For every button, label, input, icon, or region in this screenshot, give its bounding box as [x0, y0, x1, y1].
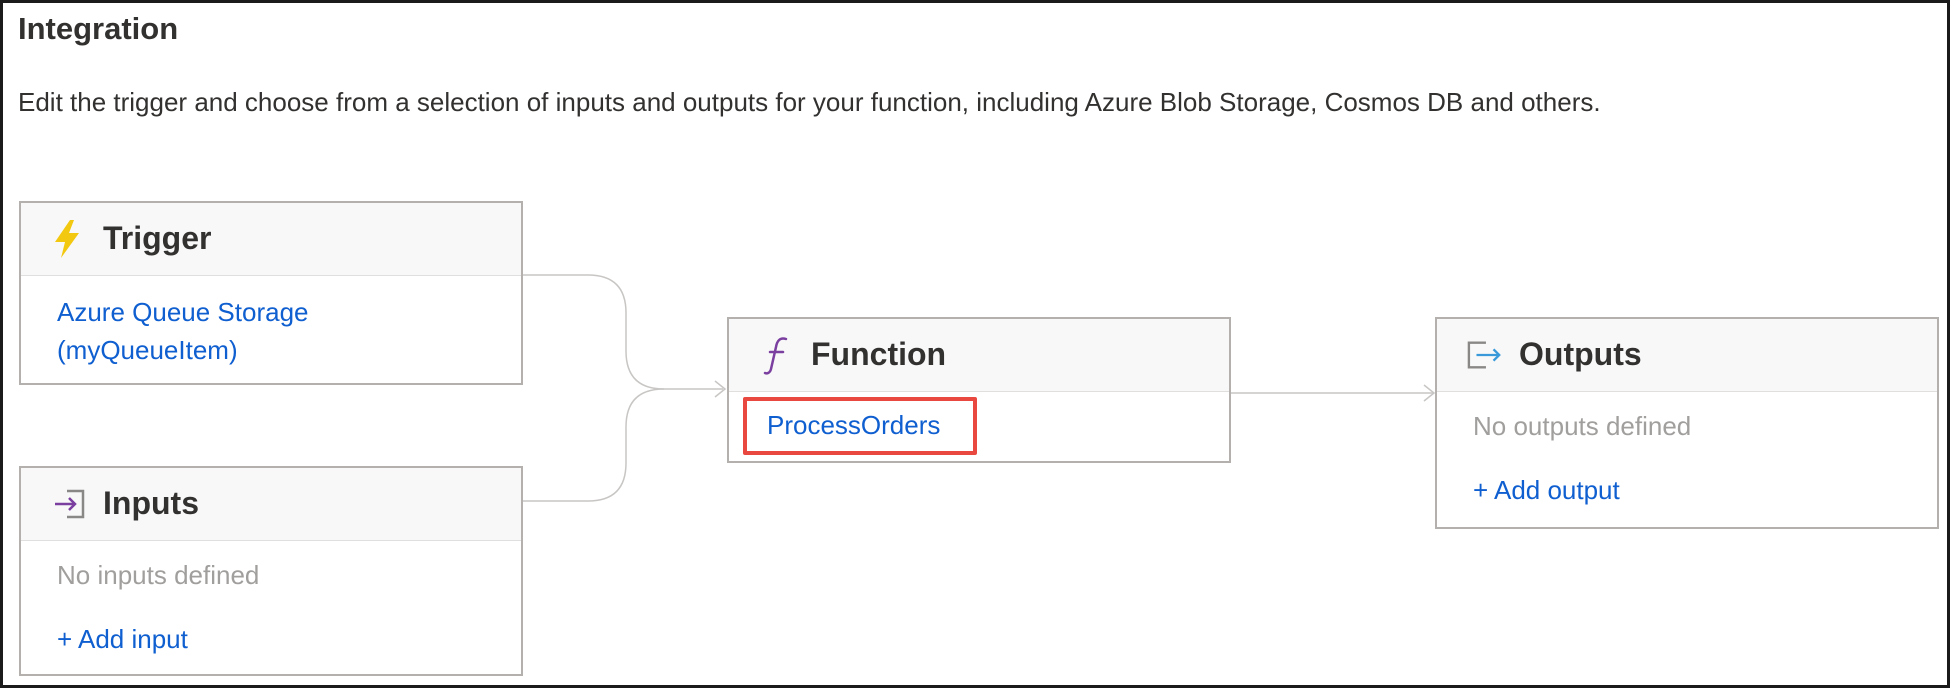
- outputs-title: Outputs: [1519, 336, 1642, 372]
- trigger-binding-link[interactable]: Azure Queue Storage (myQueueItem): [57, 293, 309, 369]
- trigger-card: Trigger Azure Queue Storage (myQueueItem…: [19, 201, 523, 385]
- trigger-connector: [521, 274, 723, 390]
- inputs-empty-text: No inputs defined: [57, 560, 260, 590]
- function-arrowhead: [714, 380, 727, 398]
- trigger-title: Trigger: [103, 220, 212, 256]
- function-title: Function: [811, 336, 947, 372]
- outputs-card: Outputs No outputs defined + Add output: [1435, 317, 1939, 529]
- trigger-binding-line2: (myQueueItem): [57, 335, 238, 365]
- integration-panel: Integration Edit the trigger and choose …: [0, 0, 1950, 688]
- outputs-empty-text: No outputs defined: [1473, 411, 1692, 441]
- inputs-connector: [521, 388, 665, 502]
- add-output-link[interactable]: + Add output: [1473, 471, 1620, 509]
- page-title: Integration: [18, 11, 179, 46]
- trigger-card-header: Trigger: [21, 203, 521, 276]
- trigger-binding-line1: Azure Queue Storage: [57, 297, 309, 327]
- lightning-bolt-icon: [49, 219, 85, 259]
- outputs-card-header: Outputs: [1437, 319, 1937, 392]
- add-input-link[interactable]: + Add input: [57, 620, 188, 658]
- input-arrow-icon: [51, 484, 87, 524]
- function-f-icon: [759, 335, 795, 375]
- outputs-arrowhead: [1423, 384, 1436, 402]
- inputs-card-header: Inputs: [21, 468, 521, 541]
- output-arrow-icon: [1467, 335, 1503, 375]
- inputs-title: Inputs: [103, 485, 199, 521]
- page-description: Edit the trigger and choose from a selec…: [18, 87, 1601, 117]
- function-card-header: Function: [729, 319, 1229, 392]
- function-name-highlight: [743, 397, 977, 455]
- inputs-card: Inputs No inputs defined + Add input: [19, 466, 523, 676]
